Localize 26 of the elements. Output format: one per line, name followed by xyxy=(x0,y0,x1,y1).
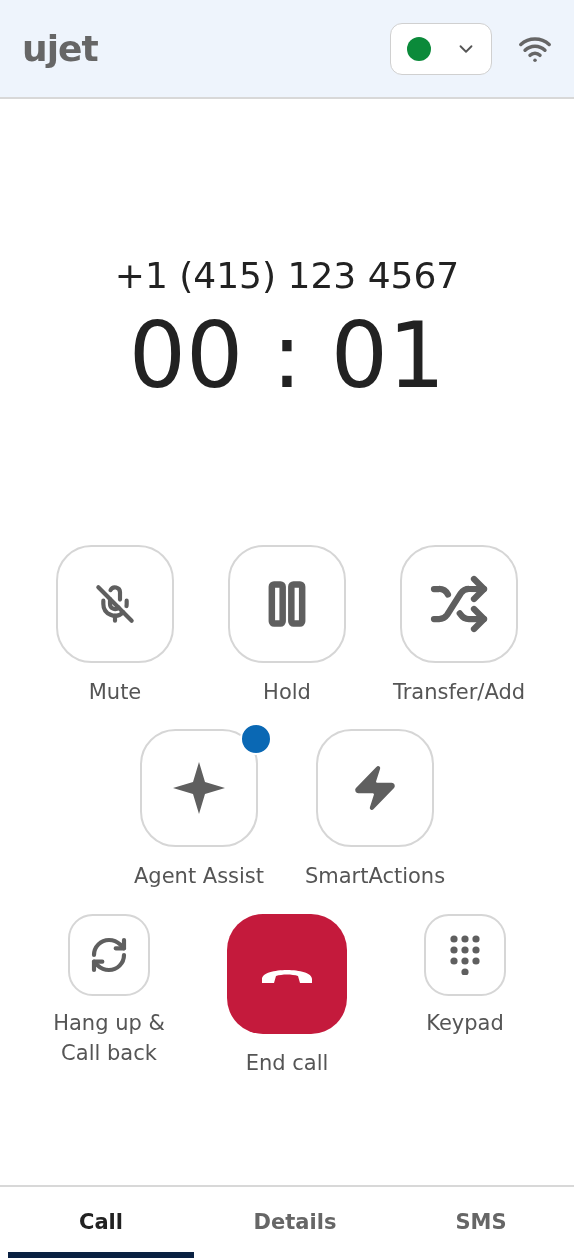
action-button[interactable] xyxy=(228,545,346,663)
action-label: SmartActions xyxy=(304,863,446,891)
call-timer: 00 : 01 xyxy=(128,306,446,405)
action-label: Transfer/Add xyxy=(392,679,526,706)
action-button[interactable] xyxy=(56,545,174,663)
action-button[interactable] xyxy=(424,913,506,996)
action-label: Hold xyxy=(263,679,311,706)
action-button[interactable] xyxy=(140,729,258,848)
action-label: Agent Assist xyxy=(133,863,265,891)
tab[interactable]: Call xyxy=(8,1187,194,1258)
logo: ujet xyxy=(22,28,98,69)
keypad-icon xyxy=(450,934,480,975)
tab[interactable]: Details xyxy=(202,1187,388,1258)
microphone-off-icon xyxy=(95,584,135,624)
status-dropdown[interactable] xyxy=(390,22,492,75)
action-label: Mute xyxy=(88,679,142,706)
action-button[interactable] xyxy=(68,913,150,996)
action-button[interactable] xyxy=(400,545,518,663)
shuffle-icon xyxy=(429,574,489,634)
tab[interactable]: SMS xyxy=(388,1187,574,1258)
action-label: End call xyxy=(245,1049,329,1077)
action-label: Hang up & Call back xyxy=(53,1009,165,1068)
phone-number: +1 (415) 123 4567 xyxy=(114,255,460,296)
end-call-button[interactable] xyxy=(227,913,347,1034)
action-label: Keypad xyxy=(426,1009,504,1037)
action-button[interactable] xyxy=(316,729,434,848)
